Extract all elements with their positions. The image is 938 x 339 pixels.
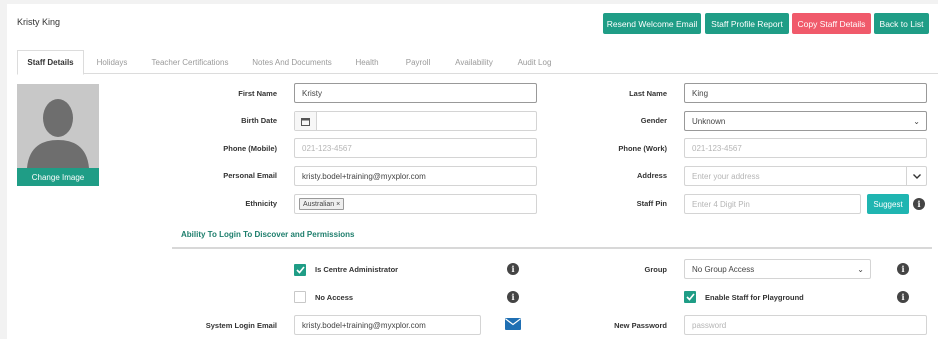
phone-mobile-placeholder: 021-123-4567 bbox=[302, 143, 352, 153]
new-password-placeholder: password bbox=[692, 320, 727, 330]
remove-tag-icon[interactable]: × bbox=[336, 201, 340, 208]
change-image-button[interactable]: Change Image bbox=[17, 168, 99, 186]
resend-welcome-email-button[interactable]: Resend Welcome Email bbox=[603, 13, 701, 34]
group-value: No Group Access bbox=[692, 264, 755, 274]
staff-pin-placeholder: Enter 4 Digit Pin bbox=[692, 199, 750, 209]
tab-health[interactable]: Health bbox=[349, 50, 385, 74]
tab-availability[interactable]: Availability bbox=[449, 50, 499, 74]
suggest-button[interactable]: Suggest bbox=[867, 194, 909, 214]
gender-value: Unknown bbox=[692, 116, 726, 126]
section-divider bbox=[172, 247, 932, 249]
new-password-label: New Password bbox=[614, 321, 667, 330]
chevron-down-icon: ⌄ bbox=[857, 264, 864, 274]
info-icon[interactable]: i bbox=[897, 263, 909, 275]
birth-date-field[interactable] bbox=[294, 111, 537, 131]
tab-audit-log[interactable]: Audit Log bbox=[512, 50, 557, 74]
ethnicity-tag: Australian × bbox=[299, 198, 345, 210]
top-bar: Kristy King Resend Welcome Email Staff P… bbox=[7, 4, 938, 41]
phone-mobile-field[interactable]: 021-123-4567 bbox=[294, 138, 537, 158]
tab-notes-and-documents[interactable]: Notes And Documents bbox=[247, 50, 337, 74]
ethnicity-label: Ethnicity bbox=[245, 199, 277, 208]
calendar-icon[interactable] bbox=[295, 112, 317, 130]
tab-bar: Staff Details Holidays Teacher Certifica… bbox=[17, 50, 938, 75]
address-label: Address bbox=[636, 171, 667, 180]
phone-mobile-label: Phone (Mobile) bbox=[223, 144, 277, 153]
system-login-email-field[interactable]: kristy.bodel+training@myxplor.com bbox=[294, 315, 481, 335]
staff-details-card: Staff Details Holidays Teacher Certifica… bbox=[7, 40, 938, 339]
group-select[interactable]: No Group Access ⌄ bbox=[684, 259, 871, 279]
copy-staff-details-button[interactable]: Copy Staff Details bbox=[792, 13, 871, 34]
is-centre-admin-checkbox[interactable] bbox=[294, 264, 306, 276]
gender-label: Gender bbox=[640, 116, 667, 125]
staff-profile-report-button[interactable]: Staff Profile Report bbox=[705, 13, 789, 34]
checkmark-icon bbox=[295, 266, 305, 274]
gender-select[interactable]: Unknown ⌄ bbox=[684, 111, 927, 131]
info-icon[interactable]: i bbox=[897, 291, 909, 303]
ethnicity-tag-label: Australian bbox=[303, 200, 335, 208]
back-to-list-button[interactable]: Back to List bbox=[874, 13, 929, 34]
avatar-placeholder-icon bbox=[17, 84, 99, 168]
tab-holidays[interactable]: Holidays bbox=[87, 50, 137, 74]
tab-payroll[interactable]: Payroll bbox=[399, 50, 437, 74]
checkmark-icon bbox=[685, 293, 695, 301]
info-icon[interactable]: i bbox=[913, 198, 925, 210]
no-access-label: No Access bbox=[315, 293, 354, 302]
enable-playground-checkbox[interactable] bbox=[684, 291, 696, 303]
phone-work-placeholder: 021-123-4567 bbox=[692, 143, 742, 153]
birth-date-label: Birth Date bbox=[241, 116, 277, 125]
personal-email-label: Personal Email bbox=[223, 171, 277, 180]
system-login-email-label: System Login Email bbox=[205, 321, 277, 330]
phone-work-field[interactable]: 021-123-4567 bbox=[684, 138, 927, 158]
group-label: Group bbox=[644, 265, 668, 274]
tab-staff-details[interactable]: Staff Details bbox=[17, 50, 84, 75]
is-centre-admin-label: Is Centre Administrator bbox=[315, 265, 399, 274]
no-access-checkbox[interactable] bbox=[294, 291, 306, 303]
enable-playground-label: Enable Staff for Playground bbox=[705, 293, 804, 302]
staff-pin-field[interactable]: Enter 4 Digit Pin bbox=[684, 194, 861, 214]
new-password-field[interactable]: password bbox=[684, 315, 927, 335]
page-title: Kristy King bbox=[17, 17, 61, 27]
permissions-section-title: Ability To Login To Discover and Permiss… bbox=[181, 230, 355, 239]
chevron-down-icon: ⌄ bbox=[913, 116, 920, 126]
personal-email-field[interactable]: kristy.bodel+training@myxplor.com bbox=[294, 166, 537, 186]
address-field[interactable]: Enter your address bbox=[684, 166, 927, 186]
info-icon[interactable]: i bbox=[507, 291, 519, 303]
first-name-field[interactable]: Kristy bbox=[294, 83, 537, 103]
tab-teacher-certifications[interactable]: Teacher Certifications bbox=[145, 50, 235, 74]
address-placeholder: Enter your address bbox=[692, 171, 760, 181]
info-icon[interactable]: i bbox=[507, 263, 519, 275]
envelope-icon[interactable] bbox=[505, 318, 521, 332]
phone-work-label: Phone (Work) bbox=[618, 144, 667, 153]
chevron-down-icon[interactable] bbox=[906, 167, 926, 185]
last-name-label: Last Name bbox=[629, 89, 667, 98]
last-name-field[interactable]: King bbox=[684, 83, 927, 103]
avatar bbox=[17, 84, 99, 168]
staff-pin-label: Staff Pin bbox=[636, 199, 667, 208]
first-name-label: First Name bbox=[238, 89, 277, 98]
ethnicity-field[interactable]: Australian × bbox=[294, 194, 537, 214]
